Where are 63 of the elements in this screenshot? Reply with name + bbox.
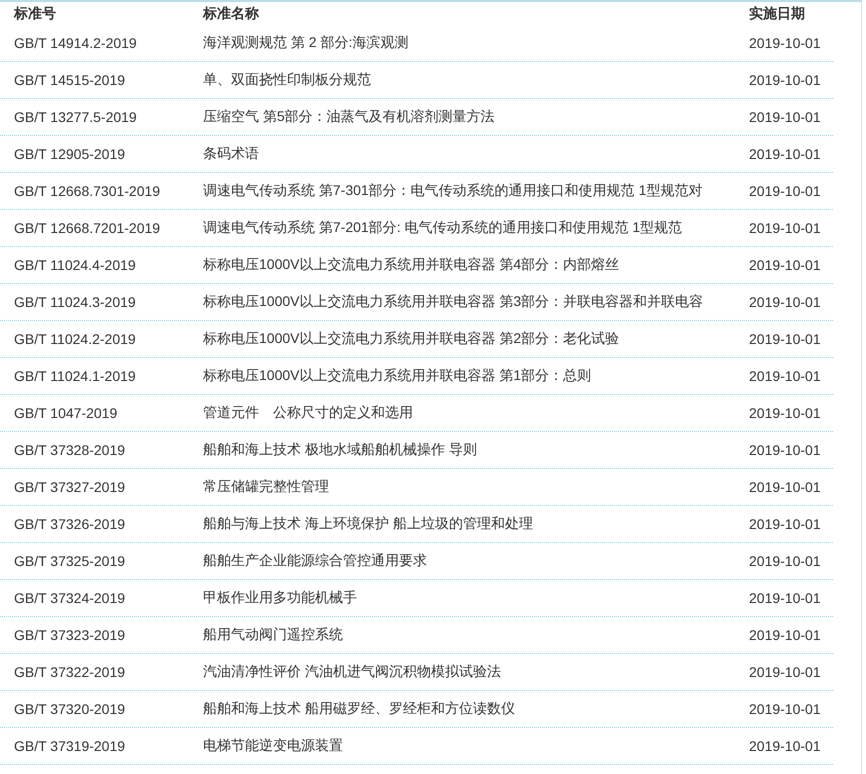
table-cell-text: GB/T 37322-2019 (13, 664, 126, 680)
table-cell-text: 汽油清净性评价 汽油机进气阀沉积物模拟试验法 (202, 663, 502, 681)
table-cell-text: 船舶和海上技术 船用磁罗经、罗经柜和方位读数仪 (202, 700, 516, 718)
table-cell-text: 2019-10-01 (748, 442, 822, 458)
column-header: 实施日期 (748, 4, 806, 22)
table-cell-text: 标称电压1000V以上交流电力系统用并联电容器 第2部分：老化试验 (202, 330, 620, 348)
table-cell-text: 2019-10-01 (748, 368, 822, 384)
table-cell-text: GB/T 11024.3-2019 (13, 294, 137, 310)
table-cell-text: 2019-10-01 (748, 479, 822, 495)
table-cell-text: 2019-10-01 (748, 257, 822, 273)
table-cell-text: GB/T 11024.1-2019 (13, 368, 137, 384)
table-cell-text: GB/T 37327-2019 (13, 479, 126, 495)
table-cell-text: GB/T 12668.7301-2019 (13, 183, 162, 199)
table-cell-text: 船舶和海上技术 极地水域船舶机械操作 导则 (202, 441, 478, 459)
table-cell-text: GB/T 12905-2019 (13, 146, 126, 162)
table-cell-text: GB/T 14914.2-2019 (13, 35, 138, 51)
table-cell-text: 船舶与海上技术 海上环境保护 船上垃圾的管理和处理 (202, 515, 534, 533)
table-cell-text: 2019-10-01 (748, 553, 822, 569)
table-cell-text: GB/T 37328-2019 (13, 442, 126, 458)
table-cell-text: 2019-10-01 (748, 738, 822, 754)
table-cell-text: 2019-10-01 (748, 146, 822, 162)
table-cell-text: 电梯节能逆变电源装置 (202, 737, 344, 755)
table-cell-text: GB/T 37323-2019 (13, 627, 126, 643)
table-cell-text: GB/T 11024.4-2019 (13, 257, 137, 273)
table-cell-text: GB/T 13277.5-2019 (13, 109, 138, 125)
table-cell-text: 海洋观测规范 第 2 部分:海滨观测 (202, 34, 410, 52)
table-cell-text: 标称电压1000V以上交流电力系统用并联电容器 第3部分：并联电容器和并联电容 (202, 293, 704, 311)
table-cell-text: 2019-10-01 (748, 590, 822, 606)
table-cell-text: 条码术语 (202, 145, 260, 163)
table-cell-text: 2019-10-01 (748, 405, 822, 421)
table-cell-text: GB/T 37324-2019 (13, 590, 126, 606)
table-cell-text: GB/T 11024.2-2019 (13, 331, 137, 347)
table-cell-text: 2019-10-01 (748, 294, 822, 310)
table-cell-text: 船舶生产企业能源综合管控通用要求 (202, 552, 428, 570)
table-cell-text: 2019-10-01 (748, 516, 822, 532)
table-cell-text: 2019-10-01 (748, 331, 822, 347)
table-cell-text: 甲板作业用多功能机械手 (202, 589, 358, 607)
table-cell-text: 调速电气传动系统 第7-301部分：电气传动系统的通用接口和使用规范 1型规范对 (202, 182, 704, 200)
table-cell-text: GB/T 37325-2019 (13, 553, 126, 569)
table-cell-text: 单、双面挠性印制板分规范 (202, 71, 372, 89)
table-cell-text: 2019-10-01 (748, 701, 822, 717)
table-cell-text: 船用气动阀门遥控系统 (202, 626, 344, 644)
column-header: 标准名称 (202, 4, 260, 22)
table-cell-text: 标称电压1000V以上交流电力系统用并联电容器 第4部分：内部熔丝 (202, 256, 620, 274)
table-cell-text: 调速电气传动系统 第7-201部分: 电气传动系统的通用接口和使用规范 1型规范 (202, 219, 684, 237)
table-cell-text: GB/T 37319-2019 (13, 738, 126, 754)
column-header: 标准号 (12, 4, 57, 22)
table-cell-text: 常压储罐完整性管理 (202, 478, 330, 496)
table-cell-text: 标称电压1000V以上交流电力系统用并联电容器 第1部分：总则 (202, 367, 592, 385)
table-cell-text: GB/T 37326-2019 (13, 516, 126, 532)
table-cell-text: GB/T 12668.7201-2019 (13, 220, 162, 236)
table-cell-text: 2019-10-01 (748, 627, 822, 643)
table-cell-text: 压缩空气 第5部分：油蒸气及有机溶剂测量方法 (202, 108, 496, 126)
table-cell-text: 2019-10-01 (748, 183, 822, 199)
table-cell-text: 2019-10-01 (748, 109, 822, 125)
table-cell-text: 2019-10-01 (748, 220, 822, 236)
table-cell-text: 2019-10-01 (748, 72, 822, 88)
table-cell-text: 管道元件 公称尺寸的定义和选用 (202, 404, 414, 422)
table-cell-text: GB/T 1047-2019 (13, 405, 118, 421)
table-cell-text: GB/T 14515-2019 (13, 72, 126, 88)
table-cell-text: GB/T 37320-2019 (13, 701, 126, 717)
table-cell-text: 2019-10-01 (748, 664, 822, 680)
table-cell-text: 2019-10-01 (748, 35, 822, 51)
